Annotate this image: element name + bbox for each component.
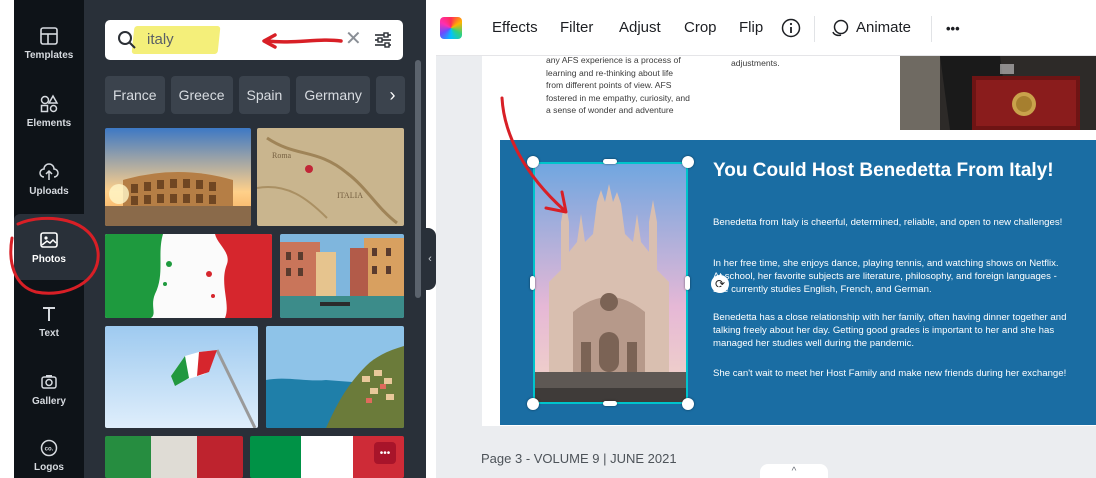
- resize-handle-nw[interactable]: [527, 156, 539, 168]
- note-line: fostered in me empathy, curiosity, and: [546, 92, 690, 103]
- filter-button[interactable]: Filter: [560, 19, 593, 36]
- photo-venice-canal[interactable]: [280, 234, 404, 318]
- resize-handle-se[interactable]: [682, 398, 694, 410]
- rail-label-photos: Photos: [32, 253, 66, 265]
- banner-paragraph-1[interactable]: Benedetta from Italy is cheerful, determ…: [713, 216, 1068, 229]
- chip-greece[interactable]: Greece: [170, 76, 233, 114]
- resize-handle-e[interactable]: [685, 276, 690, 290]
- rail-label-templates: Templates: [24, 49, 74, 61]
- rail-item-photos[interactable]: Photos: [14, 214, 84, 280]
- rail-label-gallery: Gallery: [32, 395, 66, 407]
- elements-icon: [40, 93, 59, 112]
- photo-flag-flat[interactable]: •••: [250, 436, 404, 478]
- text-adjustments[interactable]: adjustments.: [731, 58, 780, 68]
- search-input[interactable]: italy: [147, 31, 174, 48]
- photo-flag-pole[interactable]: [105, 326, 258, 428]
- adjust-button[interactable]: Adjust: [619, 19, 661, 36]
- rail-label-text: Text: [39, 327, 59, 339]
- banner-paragraph-2[interactable]: In her free time, she enjoys dance, play…: [713, 257, 1068, 296]
- animate-button[interactable]: Animate: [856, 19, 911, 36]
- info-icon[interactable]: [781, 18, 801, 38]
- chip-france[interactable]: France: [105, 76, 165, 114]
- rail-label-elements: Elements: [26, 117, 72, 129]
- chevron-up-icon[interactable]: ^: [760, 464, 828, 478]
- selection-frame: [533, 162, 688, 404]
- effects-button[interactable]: Effects: [492, 19, 538, 36]
- resize-handle-w[interactable]: [530, 276, 535, 290]
- photo-amalfi-coast[interactable]: [266, 326, 404, 428]
- text-icon: [43, 306, 55, 321]
- note-line: a sense of wonder and adventure: [546, 105, 674, 115]
- note-line: any AFS experience is a process of: [546, 55, 681, 65]
- more-options-icon[interactable]: •••: [374, 442, 396, 464]
- flip-button[interactable]: Flip: [739, 19, 763, 36]
- photos-panel: italy ✕ France Greece Spain Germany Tr ›…: [84, 0, 426, 478]
- rail-item-text[interactable]: Text: [14, 288, 84, 354]
- filter-settings-icon[interactable]: [373, 30, 393, 50]
- page-footer: Page 3 - VOLUME 9 | JUNE 2021: [481, 451, 677, 466]
- photos-icon: [40, 231, 58, 248]
- panel-scrollbar[interactable]: [415, 60, 421, 298]
- uploads-icon: [39, 162, 59, 180]
- collapse-panel-handle[interactable]: ‹: [424, 228, 436, 290]
- photo-painted-flag[interactable]: [105, 234, 272, 318]
- note-line: learning and re-thinking about life: [546, 67, 674, 78]
- resize-handle-ne[interactable]: [682, 156, 694, 168]
- banner-paragraph-4[interactable]: She can't wait to meet her Host Family a…: [713, 367, 1068, 380]
- more-menu-button[interactable]: •••: [946, 21, 960, 36]
- image-toolbar: Effects Filter Adjust Crop Flip Animate …: [436, 0, 1096, 56]
- note-line: from different points of view. AFS: [546, 80, 672, 90]
- banner-title[interactable]: You Could Host Benedetta From Italy!: [713, 160, 1054, 182]
- search-box[interactable]: italy ✕: [105, 20, 403, 60]
- resize-handle-n[interactable]: [603, 159, 617, 164]
- animate-icon: [832, 19, 849, 37]
- logos-icon: co.: [40, 439, 58, 456]
- photo-flag-wavy[interactable]: [105, 436, 243, 478]
- toolbar-divider-2: [931, 16, 932, 42]
- rail-item-uploads[interactable]: Uploads: [14, 146, 84, 212]
- rail-item-elements[interactable]: Elements: [14, 78, 84, 144]
- resize-handle-s[interactable]: [603, 401, 617, 406]
- photo-map-italy[interactable]: ITALIA Roma: [257, 128, 404, 226]
- photo-graduate[interactable]: [900, 56, 1096, 130]
- banner-paragraph-3[interactable]: Benedetta has a close relationship with …: [713, 311, 1068, 350]
- rail-label-logos: Logos: [34, 461, 64, 473]
- chevron-right-icon[interactable]: ›: [380, 76, 405, 114]
- photo-colosseum[interactable]: [105, 128, 251, 226]
- rail-item-templates[interactable]: Templates: [14, 10, 84, 76]
- crop-button[interactable]: Crop: [684, 19, 717, 36]
- color-picker-icon[interactable]: [440, 17, 462, 39]
- highlighter-mark: [131, 26, 221, 54]
- clear-search-icon[interactable]: ✕: [345, 29, 362, 49]
- toolbar-divider: [814, 16, 815, 42]
- rail-item-logos[interactable]: co. Logos: [14, 422, 84, 478]
- search-icon: [118, 31, 136, 49]
- svg-text:co.: co.: [45, 446, 54, 452]
- annotation-arrow-left: [262, 33, 343, 49]
- text-afs-experience[interactable]: any AFS experience is a process of learn…: [546, 54, 726, 117]
- rail-item-gallery[interactable]: Gallery: [14, 356, 84, 422]
- canva-editor: Templates Elements Uploads Photos Text G…: [0, 0, 1096, 478]
- left-rail: Templates Elements Uploads Photos Text G…: [14, 0, 84, 478]
- templates-icon: [40, 26, 58, 45]
- rail-label-uploads: Uploads: [29, 185, 69, 197]
- chip-germany[interactable]: Germany: [296, 76, 370, 114]
- gallery-icon: [41, 374, 57, 389]
- suggestion-chips: France Greece Spain Germany Tr: [105, 76, 404, 114]
- resize-handle-sw[interactable]: [527, 398, 539, 410]
- chip-spain[interactable]: Spain: [238, 76, 291, 114]
